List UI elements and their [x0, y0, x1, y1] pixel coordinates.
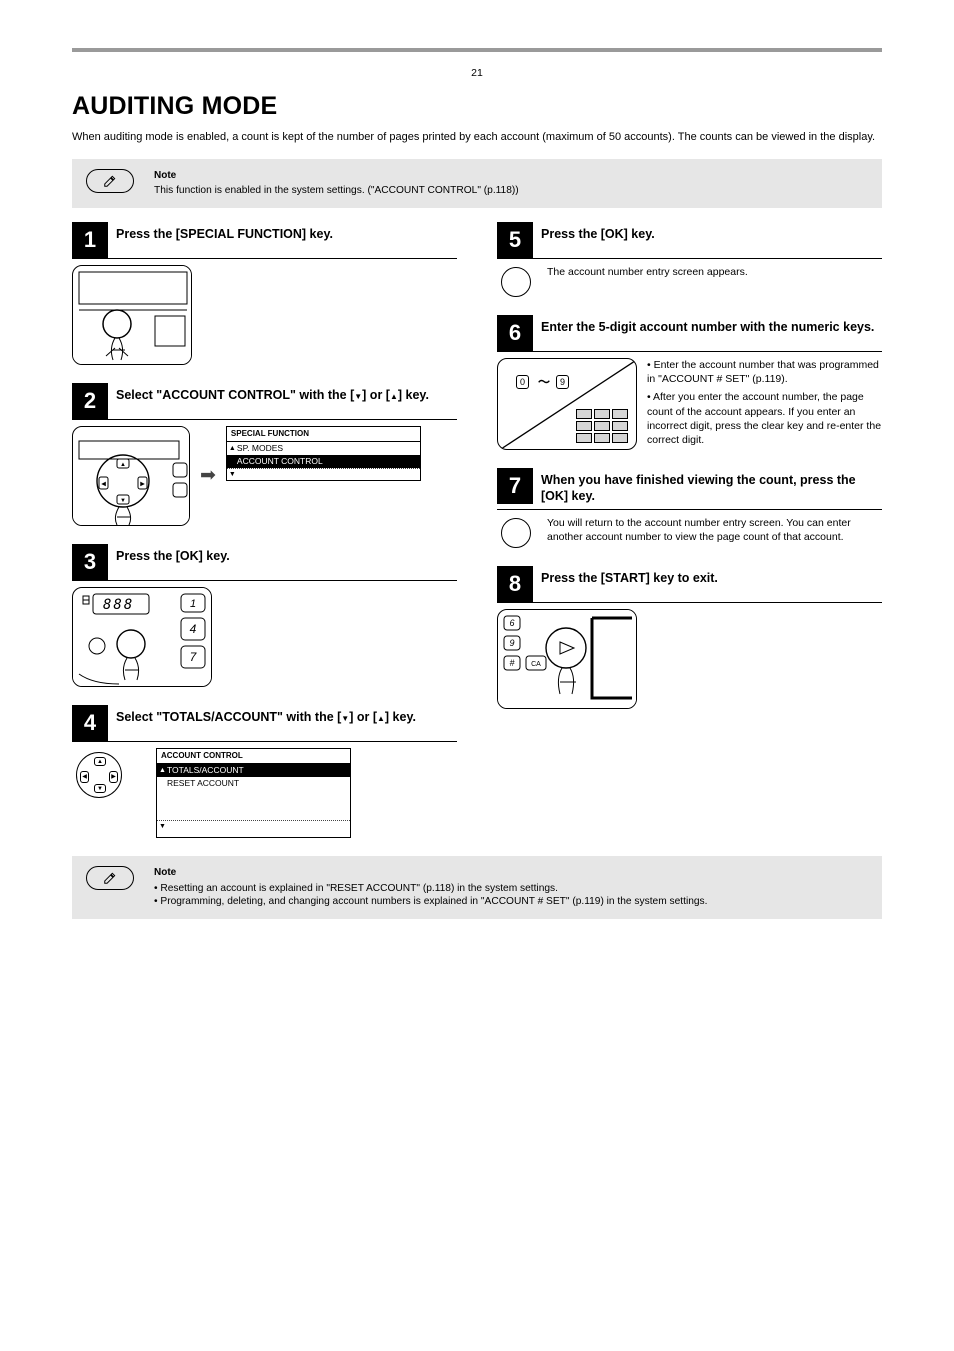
step-4: 4 Select "TOTALS/ACCOUNT" with the [] or…: [72, 705, 457, 838]
note-box-bottom: Note • Resetting an account is explained…: [72, 856, 882, 919]
key-zero: 0: [516, 375, 529, 389]
step-title: Press the [OK] key.: [533, 222, 655, 246]
step-bullet: • After you enter the account number, th…: [647, 390, 882, 447]
arrow-right-icon: ➡: [200, 463, 216, 489]
left-column: 1 Press the [SPECIAL FUNCTION] key.: [72, 222, 457, 856]
step-title: Select "TOTALS/ACCOUNT" with the [] or […: [108, 705, 416, 729]
step-number: 5: [497, 222, 533, 258]
svg-text:888: 888: [103, 597, 134, 613]
lcd-screen: ACCOUNT CONTROL ▲TOTALS/ACCOUNT RESET AC…: [156, 748, 351, 838]
step-number: 6: [497, 315, 533, 351]
triangle-up-icon: [390, 388, 398, 402]
page-title: AUDITING MODE: [72, 90, 882, 124]
svg-text:9: 9: [509, 638, 514, 648]
pencil-icon: [103, 174, 117, 188]
note-label: Note: [154, 169, 519, 183]
note-icon: [86, 169, 134, 193]
step-title: Press the [START] key to exit.: [533, 566, 718, 590]
step-number: 1: [72, 222, 108, 258]
step-6: 6 Enter the 5-digit account number with …: [497, 315, 882, 450]
tilde-icon: ～: [538, 374, 550, 390]
step-number: 3: [72, 544, 108, 580]
step-title: Enter the 5-digit account number with th…: [533, 315, 874, 339]
panel-illustration: [72, 265, 192, 365]
triangle-down-icon: [354, 388, 362, 402]
start-illustration: 6 9 # CA: [497, 609, 637, 709]
step-8: 8 Press the [START] key to exit. 6 9 # C…: [497, 566, 882, 709]
svg-text:CA: CA: [531, 661, 541, 668]
step-title: Press the [OK] key.: [108, 544, 230, 568]
svg-text:◀: ◀: [101, 482, 106, 488]
note-label: Note: [154, 866, 707, 880]
step-body-text: You will return to the account number en…: [547, 516, 882, 544]
step-2: 2 Select "ACCOUNT CONTROL" with the [] o…: [72, 383, 457, 526]
svg-text:6: 6: [509, 618, 514, 628]
screen-header: SPECIAL FUNCTION: [227, 427, 420, 442]
step-number: 4: [72, 705, 108, 741]
numeric-keys-illustration: 0 ～ 9: [497, 358, 637, 450]
lcd-screen: SPECIAL FUNCTION ▲SP. MODES ACCOUNT CONT…: [226, 426, 421, 481]
dpad-illustration: ▲ ▼ ◀ ▶: [72, 426, 190, 526]
triangle-up-icon: [377, 710, 385, 724]
ok-button-icon: [501, 518, 531, 548]
page-number: 21: [72, 66, 882, 80]
note-bullet: • Resetting an account is explained in "…: [154, 882, 707, 896]
svg-text:4: 4: [190, 622, 197, 636]
step-number: 2: [72, 383, 108, 419]
step-number: 8: [497, 566, 533, 602]
note-box-top: Note This function is enabled in the sys…: [72, 159, 882, 208]
step-5: 5 Press the [OK] key. The account number…: [497, 222, 882, 297]
step-3: 3 Press the [OK] key. 888 1 4 7: [72, 544, 457, 687]
step-body-text: The account number entry screen appears.: [547, 265, 748, 279]
step-bullet: • Enter the account number that was prog…: [647, 358, 882, 386]
svg-text:▲: ▲: [120, 462, 126, 468]
step-1: 1 Press the [SPECIAL FUNCTION] key.: [72, 222, 457, 365]
ok-button-icon: [501, 267, 531, 297]
svg-text:▶: ▶: [140, 482, 145, 488]
step-title: When you have finished viewing the count…: [533, 468, 882, 509]
pencil-icon: [103, 871, 117, 885]
svg-text:1: 1: [190, 598, 196, 610]
note-text: This function is enabled in the system s…: [154, 185, 519, 196]
right-column: 5 Press the [OK] key. The account number…: [497, 222, 882, 856]
header-rule: [72, 48, 882, 52]
step-7: 7 When you have finished viewing the cou…: [497, 468, 882, 548]
note-bullet: • Programming, deleting, and changing ac…: [154, 895, 707, 909]
note-icon: [86, 866, 134, 890]
svg-text:▼: ▼: [120, 498, 126, 504]
ok-illustration: 888 1 4 7: [72, 587, 212, 687]
step-title: Press the [SPECIAL FUNCTION] key.: [108, 222, 333, 246]
key-nine: 9: [556, 375, 569, 389]
intro-text: When auditing mode is enabled, a count i…: [72, 130, 882, 145]
dpad-icon: ▲▼◀▶: [76, 752, 122, 798]
step-number: 7: [497, 468, 533, 504]
step-title: Select "ACCOUNT CONTROL" with the [] or …: [108, 383, 429, 407]
screen-header: ACCOUNT CONTROL: [157, 749, 350, 764]
